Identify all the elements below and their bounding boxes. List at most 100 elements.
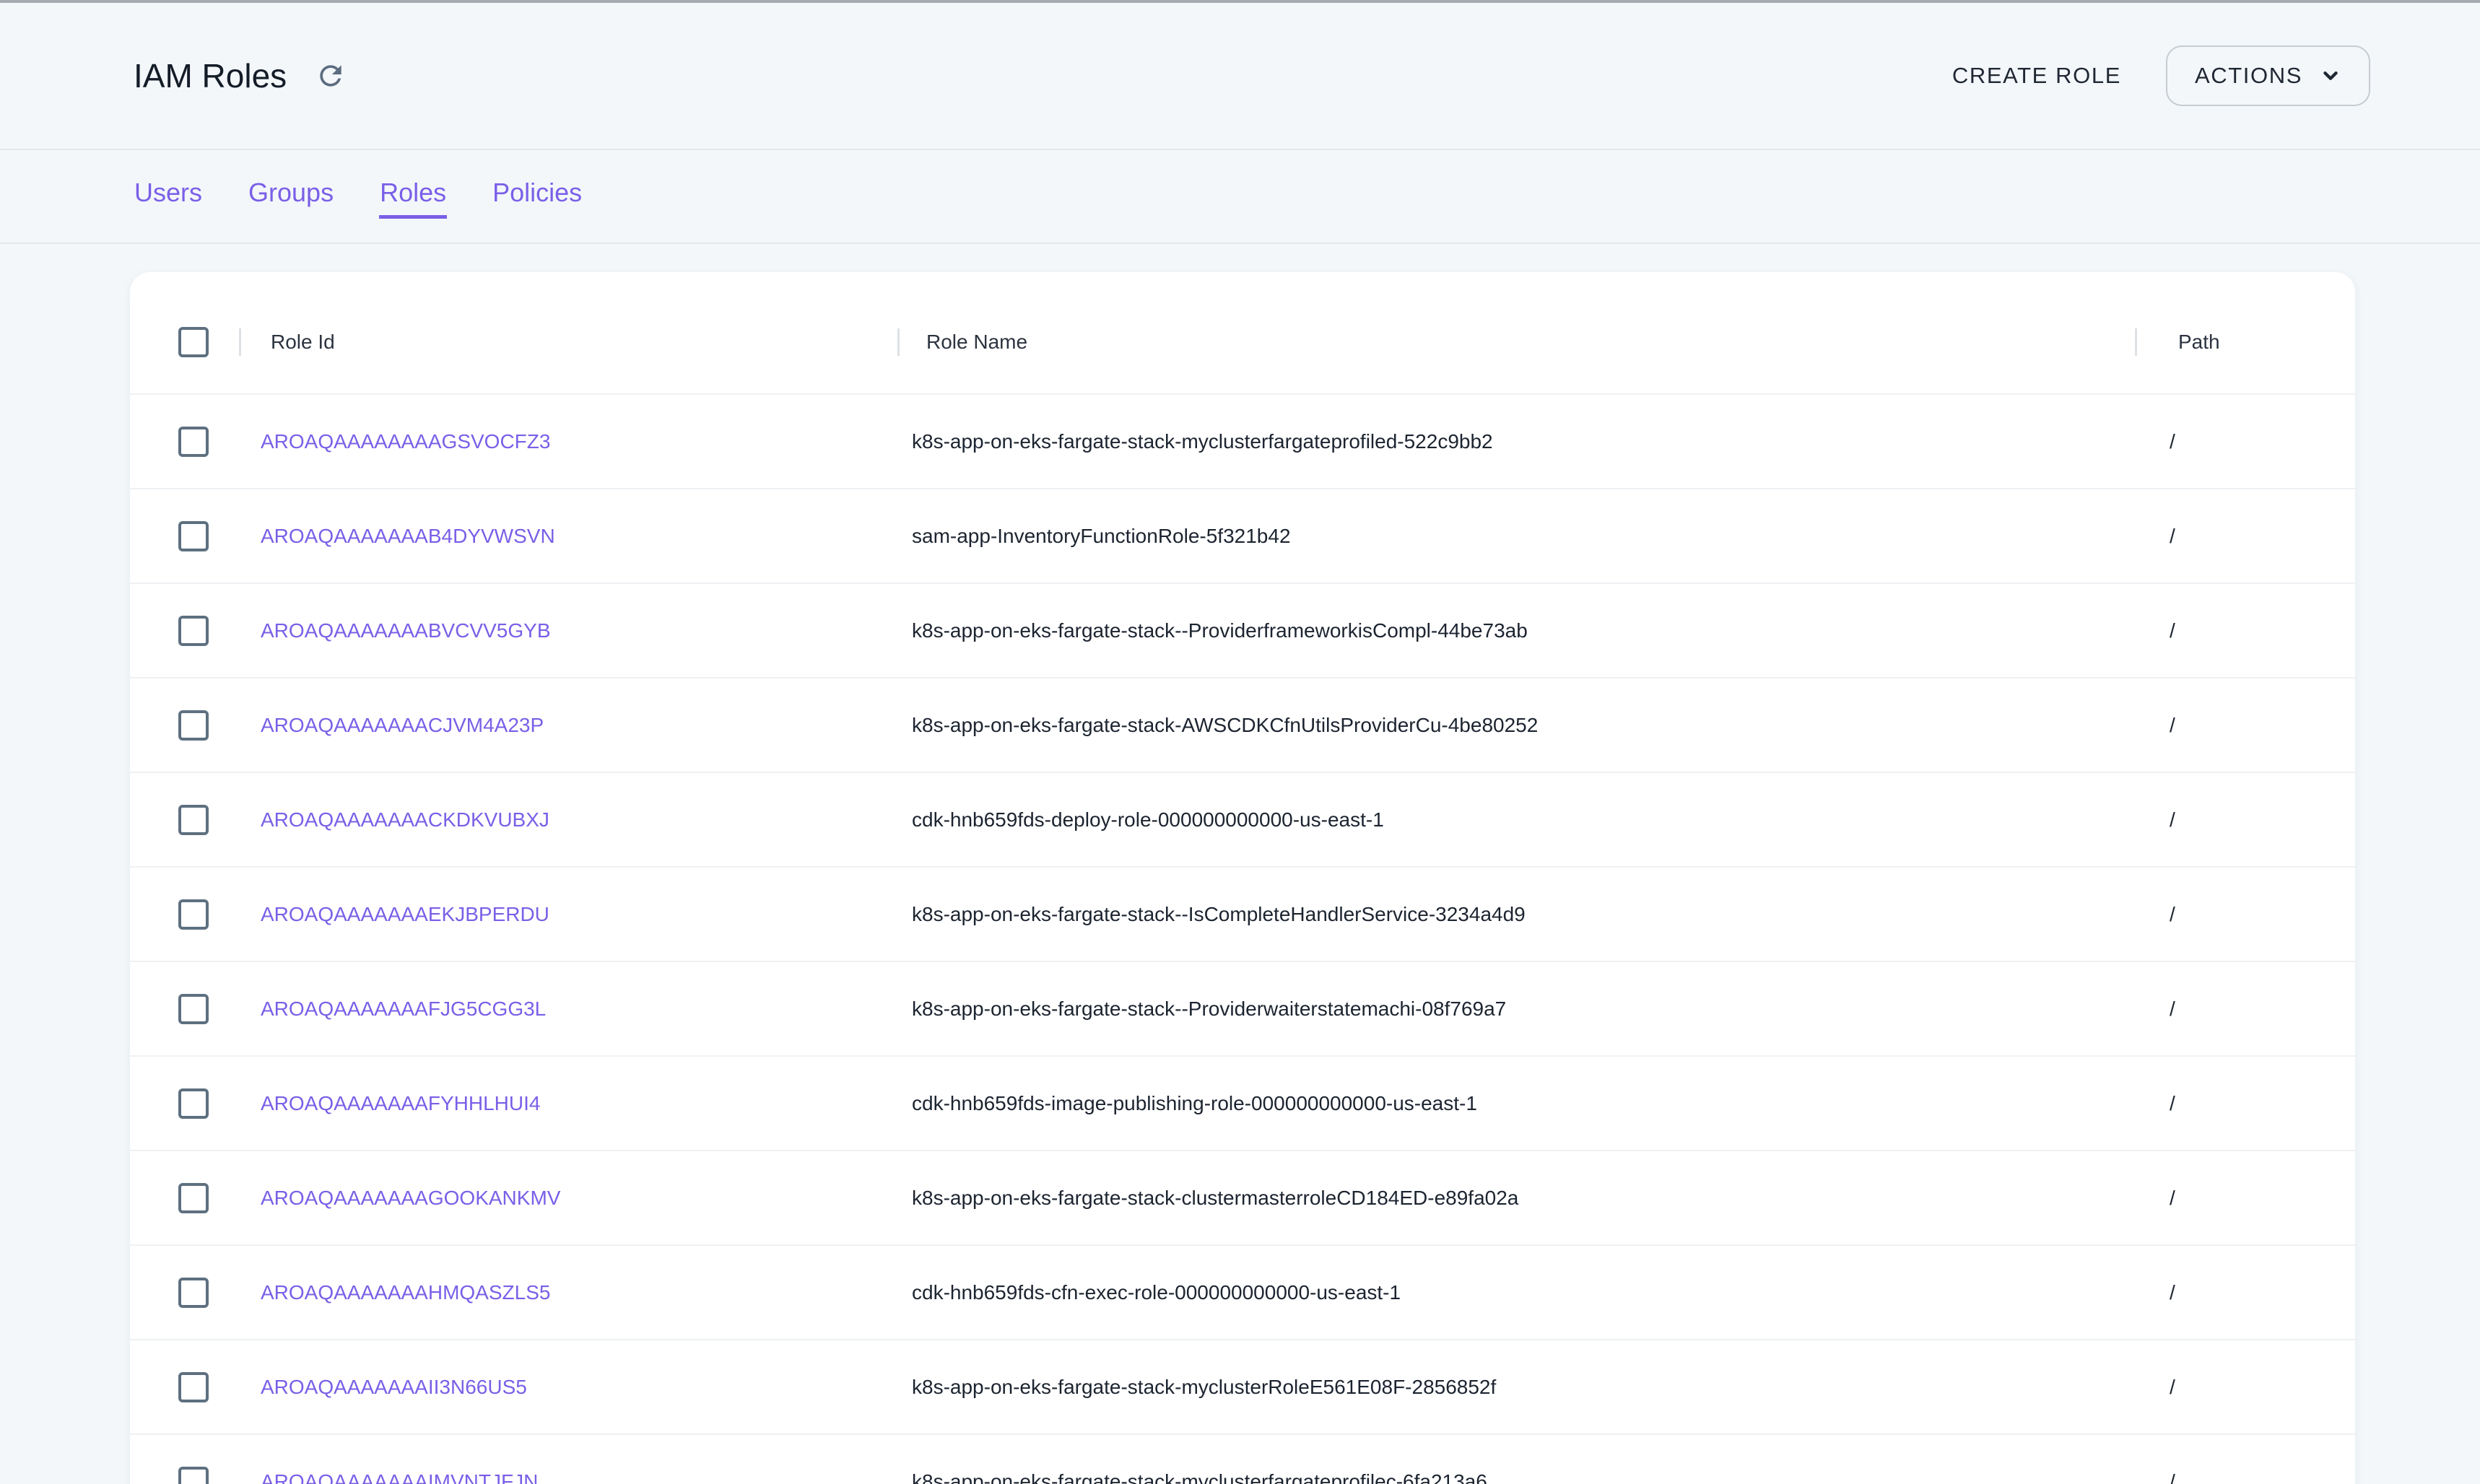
role-id-cell: AROAQAAAAAAAIMVNTJFJN [239, 1470, 897, 1484]
iam-roles-page: IAM Roles CREATE ROLE ACTIONS Users Group… [0, 0, 2480, 1484]
row-checkbox[interactable] [178, 710, 209, 741]
role-id-link[interactable]: AROAQAAAAAAAAGSVOCFZ3 [261, 430, 550, 453]
role-id-link[interactable]: AROAQAAAAAAAIMVNTJFJN [261, 1470, 538, 1484]
page-title: IAM Roles [134, 56, 287, 95]
row-checkbox-cell [130, 616, 239, 646]
tab-groups[interactable]: Groups [248, 175, 334, 219]
role-id-cell: AROAQAAAAAAAB4DYVWSVN [239, 525, 897, 548]
row-checkbox-cell [130, 1278, 239, 1308]
row-checkbox-cell [130, 1467, 239, 1484]
role-id-cell: AROAQAAAAAAAGOOKANKMV [239, 1187, 897, 1210]
table-row: AROAQAAAAAAACKDKVUBXJcdk-hnb659fds-deplo… [130, 772, 2355, 866]
row-checkbox-cell [130, 427, 239, 457]
column-header-path: Path [2135, 291, 2355, 393]
role-id-cell: AROAQAAAAAAAFYHHLHUI4 [239, 1092, 897, 1115]
table-row: AROAQAAAAAAAFJG5CGG3L k8s-app-on-eks-farg… [130, 961, 2355, 1055]
role-id-link[interactable]: AROAQAAAAAAAFYHHLHUI4 [261, 1092, 540, 1114]
row-checkbox-cell [130, 1088, 239, 1119]
role-id-link[interactable]: AROAQAAAAAAACJVM4A23P [261, 714, 544, 736]
content-area: Role Id Role Name Path AROAQAAAAAAAAGSVO… [0, 244, 2480, 1484]
refresh-button[interactable] [314, 59, 347, 92]
column-header-label: Role Name [926, 331, 1027, 354]
table-row: AROAQAAAAAAAHMQASZLS5 cdk-hnb659fds-cfn-e… [130, 1244, 2355, 1339]
path-cell: / [2135, 903, 2355, 926]
role-name-cell: k8s-app-on-eks-fargate-stack-myclusterfa… [897, 1470, 2135, 1484]
row-checkbox-cell [130, 994, 239, 1024]
select-all-checkbox[interactable] [178, 327, 209, 357]
table-body: AROAQAAAAAAAAGSVOCFZ3 k8s-app-on-eks-farg… [130, 393, 2355, 1484]
roles-table-card: Role Id Role Name Path AROAQAAAAAAAAGSVO… [130, 272, 2355, 1484]
role-id-cell: AROAQAAAAAAAAGSVOCFZ3 [239, 430, 897, 453]
header-checkbox-cell [130, 327, 239, 357]
table-row: AROAQAAAAAAAFYHHLHUI4 cdk-hnb659fds-image… [130, 1055, 2355, 1150]
role-id-link[interactable]: AROAQAAAAAAAII3N66US5 [261, 1376, 527, 1398]
row-checkbox[interactable] [178, 616, 209, 646]
role-name-cell: k8s-app-on-eks-fargate-stack-myclusterRo… [897, 1376, 2135, 1399]
create-role-button[interactable]: CREATE ROLE [1945, 63, 2128, 89]
role-id-link[interactable]: AROAQAAAAAAAHMQASZLS5 [261, 1281, 550, 1304]
path-cell: / [2135, 430, 2355, 453]
table-row: AROAQAAAAAAAB4DYVWSVNsam-app-InventoryFu… [130, 488, 2355, 582]
tab-policies[interactable]: Policies [492, 175, 583, 219]
row-checkbox[interactable] [178, 1372, 209, 1402]
role-name-cell: k8s-app-on-eks-fargate-stack-myclusterfa… [897, 430, 2135, 453]
row-checkbox-cell [130, 1183, 239, 1213]
row-checkbox-cell [130, 805, 239, 835]
tab-users[interactable]: Users [134, 175, 203, 219]
role-id-cell: AROAQAAAAAAAII3N66US5 [239, 1376, 897, 1399]
role-id-cell: AROAQAAAAAAAFJG5CGG3L [239, 998, 897, 1021]
role-name-cell: k8s-app-on-eks-fargate-stack--Providerfr… [897, 619, 2135, 642]
role-id-cell: AROAQAAAAAAAEKJBPERDU [239, 903, 897, 926]
actions-button[interactable]: ACTIONS [2166, 45, 2370, 106]
role-name-cell: cdk-hnb659fds-cfn-exec-role-000000000000… [897, 1281, 2135, 1304]
row-checkbox[interactable] [178, 994, 209, 1024]
path-cell: / [2135, 1187, 2355, 1210]
table-row: AROAQAAAAAAABVCVV5GYB k8s-app-on-eks-farg… [130, 582, 2355, 677]
row-checkbox-cell [130, 710, 239, 741]
table-header-row: Role Id Role Name Path [130, 272, 2355, 393]
role-id-cell: AROAQAAAAAAAHMQASZLS5 [239, 1281, 897, 1304]
row-checkbox[interactable] [178, 1467, 209, 1484]
role-name-cell: k8s-app-on-eks-fargate-stack--IsComplete… [897, 903, 2135, 926]
path-cell: / [2135, 619, 2355, 642]
role-id-link[interactable]: AROAQAAAAAAAGOOKANKMV [261, 1187, 560, 1209]
role-id-link[interactable]: AROAQAAAAAAAEKJBPERDU [261, 903, 549, 925]
row-checkbox[interactable] [178, 427, 209, 457]
row-checkbox[interactable] [178, 1088, 209, 1119]
table-row: AROAQAAAAAAAGOOKANKMVk8s-app-on-eks-farg… [130, 1150, 2355, 1244]
column-header-role-id: Role Id [239, 291, 897, 393]
iam-tabs: Users Groups Roles Policies [0, 150, 2480, 244]
table-row: AROAQAAAAAAACJVM4A23Pk8s-app-on-eks-farg… [130, 677, 2355, 772]
role-id-link[interactable]: AROAQAAAAAAAFJG5CGG3L [261, 998, 546, 1020]
role-name-cell: cdk-hnb659fds-image-publishing-role-0000… [897, 1092, 2135, 1115]
table-row: AROAQAAAAAAAII3N66US5 k8s-app-on-eks-farg… [130, 1339, 2355, 1433]
column-divider [2135, 328, 2137, 356]
table-row: AROAQAAAAAAAIMVNTJFJN k8s-app-on-eks-farg… [130, 1433, 2355, 1484]
row-checkbox-cell [130, 899, 239, 930]
row-checkbox-cell [130, 1372, 239, 1402]
chevron-down-icon [2320, 65, 2341, 87]
role-id-link[interactable]: AROAQAAAAAAAB4DYVWSVN [261, 525, 555, 547]
page-header: IAM Roles CREATE ROLE ACTIONS [0, 3, 2480, 150]
column-header-label: Path [2178, 331, 2220, 354]
row-checkbox[interactable] [178, 805, 209, 835]
path-cell: / [2135, 1281, 2355, 1304]
row-checkbox[interactable] [178, 899, 209, 930]
role-id-link[interactable]: AROAQAAAAAAABVCVV5GYB [261, 619, 551, 642]
path-cell: / [2135, 998, 2355, 1021]
role-name-cell: k8s-app-on-eks-fargate-stack--Providerwa… [897, 998, 2135, 1021]
row-checkbox-cell [130, 521, 239, 551]
role-id-cell: AROAQAAAAAAACKDKVUBXJ [239, 808, 897, 832]
role-id-cell: AROAQAAAAAAACJVM4A23P [239, 714, 897, 737]
row-checkbox[interactable] [178, 1183, 209, 1213]
role-id-link[interactable]: AROAQAAAAAAACKDKVUBXJ [261, 808, 549, 831]
path-cell: / [2135, 714, 2355, 737]
column-divider [239, 328, 241, 356]
row-checkbox[interactable] [178, 521, 209, 551]
path-cell: / [2135, 525, 2355, 548]
path-cell: / [2135, 1092, 2355, 1115]
column-header-role-name: Role Name [897, 291, 2135, 393]
tab-roles[interactable]: Roles [379, 175, 447, 219]
path-cell: / [2135, 808, 2355, 832]
row-checkbox[interactable] [178, 1278, 209, 1308]
